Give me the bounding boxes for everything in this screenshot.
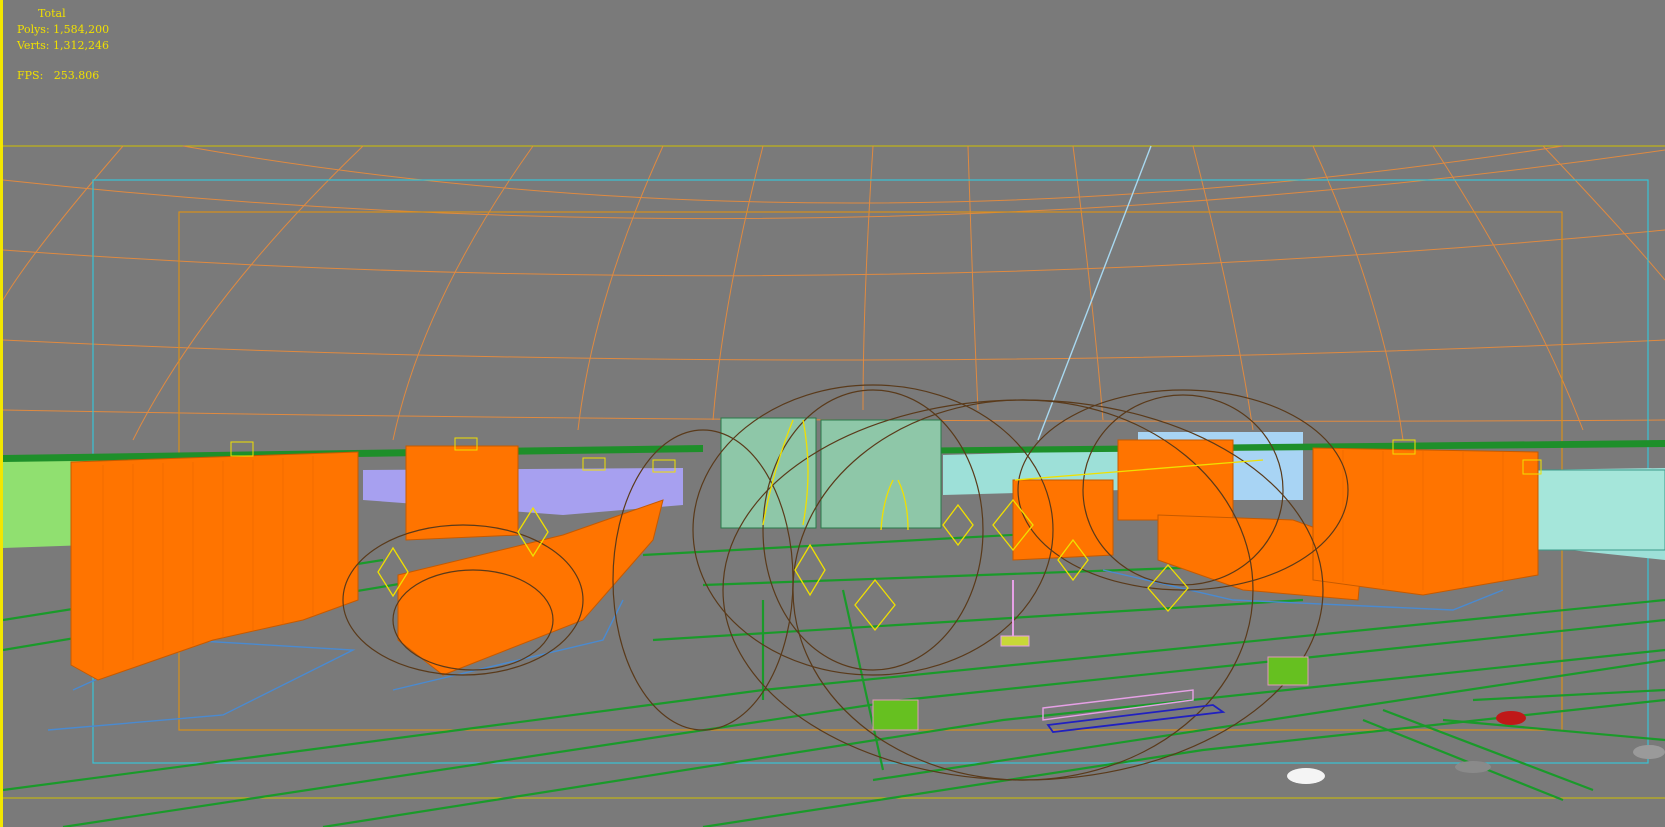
scene-canvas[interactable] (3, 0, 1665, 827)
environment-dome-icon[interactable] (3, 145, 1665, 441)
light-direction-line (1037, 145, 1152, 441)
perspective-viewport[interactable]: Total Polys: 1,584,200 Verts: 1,312,246 … (0, 0, 1665, 827)
